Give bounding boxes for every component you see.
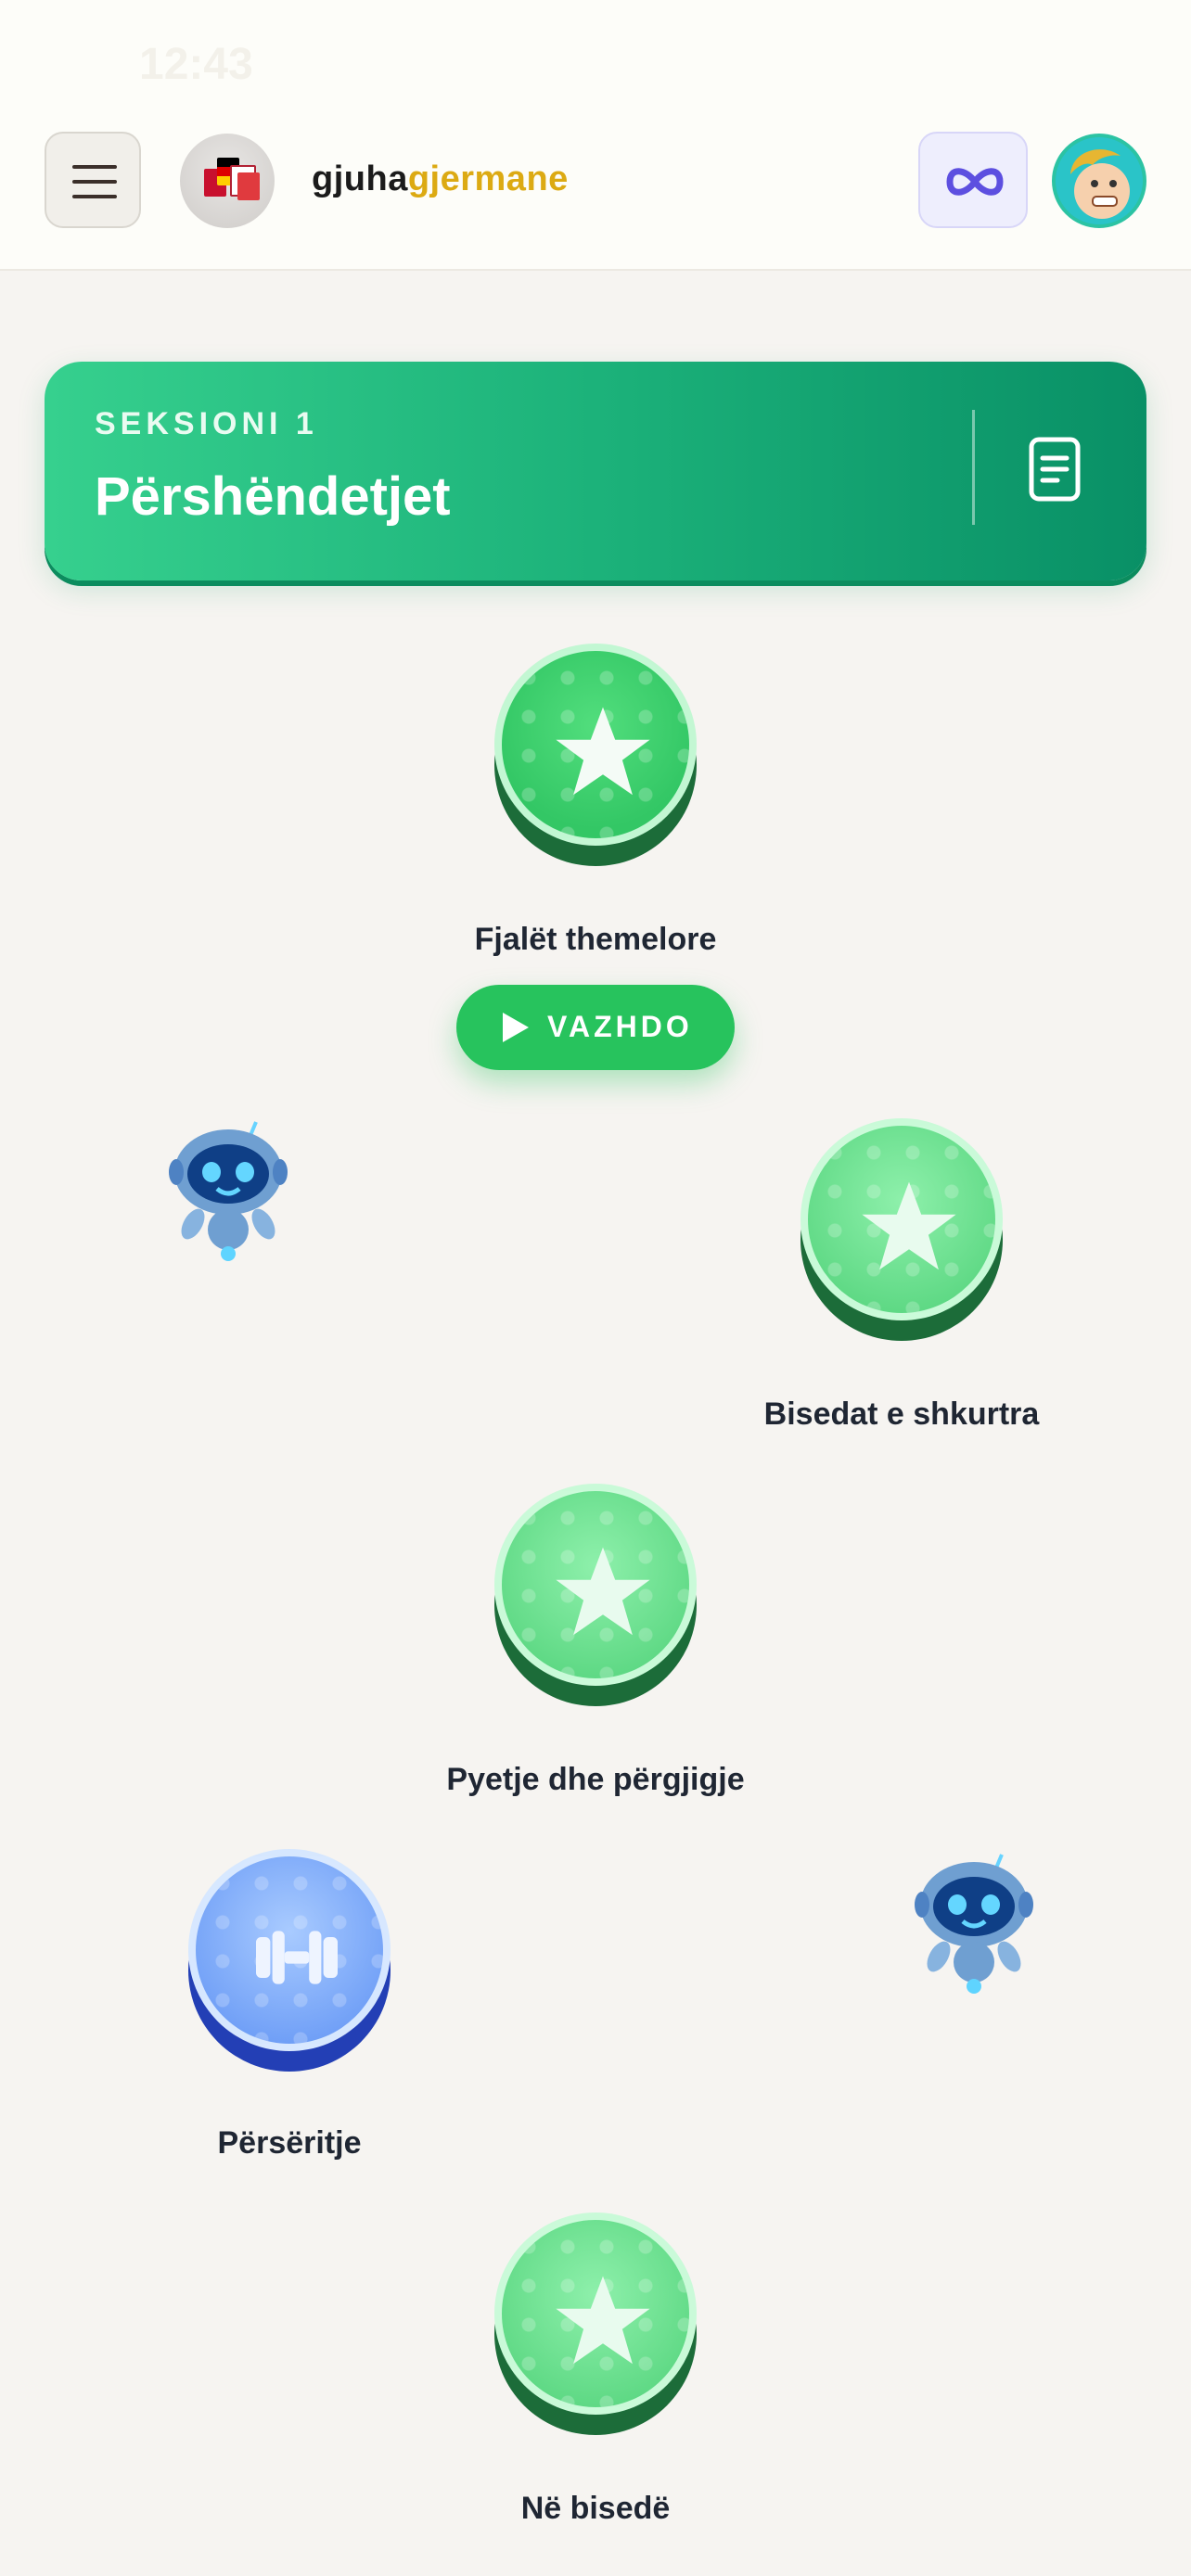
top-header: gjuhagjermane [0, 121, 1191, 271]
status-time: 12:43 [139, 40, 253, 89]
language-logo[interactable] [180, 134, 275, 228]
profile-avatar[interactable] [1052, 134, 1146, 228]
lesson-node-fjalet-themelore[interactable] [494, 644, 697, 866]
infinity-icon [946, 168, 1004, 196]
section-card[interactable]: SEKSIONI 1 Përshëndetjet [45, 362, 1146, 580]
lesson-node-bisedat-e-shkurtra[interactable] [800, 1118, 1003, 1341]
lesson-label: Fjalët themelore [474, 922, 717, 957]
menu-button[interactable] [45, 132, 141, 228]
status-bar: 12:43 [0, 0, 1191, 121]
section-label: SEKSIONI 1 [95, 406, 318, 441]
brand-prefix: gjuha [312, 159, 408, 198]
brand-accent: gjermane [407, 159, 569, 198]
brand-title: gjuhagjermane [312, 159, 569, 199]
continue-label: VAZHDO [547, 1010, 693, 1043]
lesson-label: Në bisedë [520, 2491, 671, 2526]
document-icon [1029, 437, 1081, 502]
lesson-node-ne-bisede[interactable] [494, 2213, 697, 2435]
play-icon [503, 1013, 529, 1042]
lesson-node-pyetje-dhe-pergjigje[interactable] [494, 1484, 697, 1706]
star-icon [556, 1547, 650, 1636]
dumbbell-icon [256, 1931, 338, 1984]
star-icon [862, 1181, 956, 1270]
robot-mascot-icon [169, 1121, 288, 1261]
star-icon [556, 2276, 650, 2365]
robot-mascot-icon [915, 1854, 1033, 1994]
infinity-button[interactable] [918, 132, 1028, 228]
hamburger-icon [72, 165, 117, 169]
lesson-label: Përsëritje [217, 2125, 362, 2161]
lesson-node-perseritje[interactable] [188, 1849, 391, 2072]
lesson-label: Pyetje dhe përgjigje [446, 1762, 745, 1797]
section-title: Përshëndetjet [95, 466, 451, 527]
star-icon [556, 707, 650, 796]
lesson-label: Bisedat e shkurtra [763, 1396, 1040, 1432]
continue-button[interactable]: VAZHDO [456, 985, 735, 1070]
avatar-icon [1056, 137, 1143, 224]
card-divider [972, 410, 975, 525]
section-guide-button[interactable] [1009, 427, 1102, 519]
